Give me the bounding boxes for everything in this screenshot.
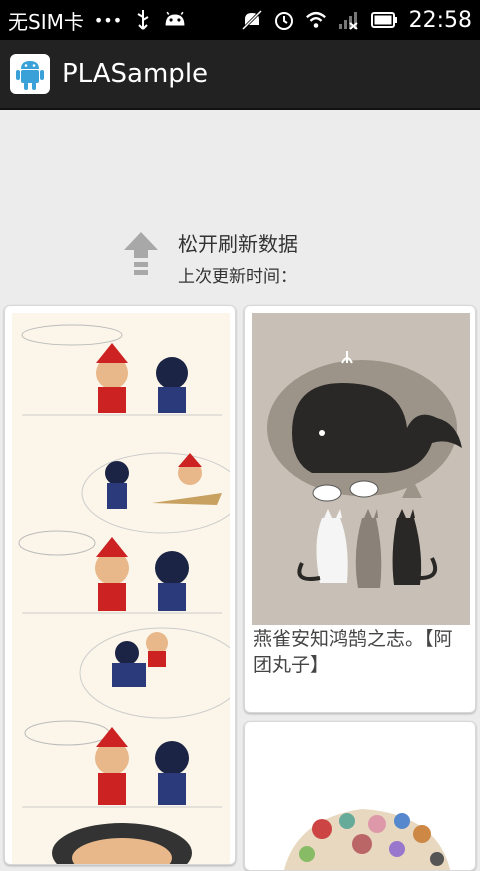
alarm-icon xyxy=(273,9,295,31)
action-bar: PLASample xyxy=(0,40,480,110)
grid-card[interactable]: 燕雀安知鸿鹄之志。【阿团丸子】 xyxy=(244,305,476,713)
refresh-status-text: 松开刷新数据 xyxy=(178,232,298,256)
cats-whale-image xyxy=(252,313,470,625)
grid-card[interactable] xyxy=(244,721,476,871)
wifi-icon xyxy=(305,9,327,31)
clock: 22:58 xyxy=(408,7,472,33)
usb-icon xyxy=(132,9,154,31)
card-caption: 燕雀安知鸿鹄之志。【阿团丸子】 xyxy=(253,628,453,676)
grid-card[interactable] xyxy=(4,305,236,865)
android-app-icon[interactable] xyxy=(10,54,50,94)
comic-strip-image xyxy=(12,313,235,864)
arrow-up-icon xyxy=(122,230,160,284)
status-bar: 无SIM卡 ••• 22:58 xyxy=(0,0,480,40)
android-icon xyxy=(164,9,186,31)
collage-image xyxy=(252,729,470,870)
signal-icon xyxy=(337,9,359,31)
notification-dots: ••• xyxy=(93,10,123,30)
mute-icon xyxy=(241,9,263,31)
app-title: PLASample xyxy=(62,59,209,89)
carrier-label: 无SIM卡 xyxy=(8,9,84,34)
battery-icon xyxy=(369,9,399,31)
last-update-text: 上次更新时间： xyxy=(178,267,297,287)
